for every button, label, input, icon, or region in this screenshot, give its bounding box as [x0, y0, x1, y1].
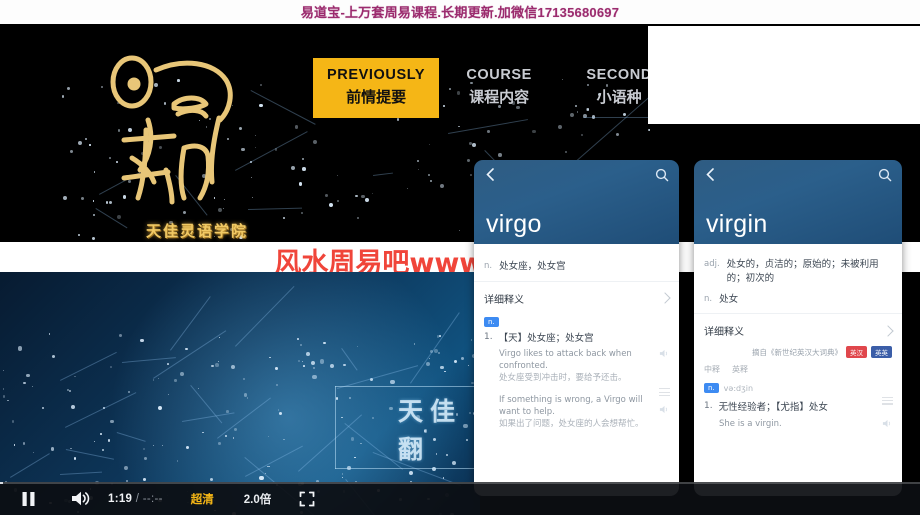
- badge-ec[interactable]: 英汉: [846, 346, 867, 359]
- dictionary-body-virgo[interactable]: n. 处女座，处女宫 详细释义 n. 1. 【天】处女座；处女宫 Virgo l…: [474, 244, 679, 496]
- definition-row-n2: n. 处女: [694, 286, 902, 307]
- mini-tabs[interactable]: 中释 英释: [694, 362, 902, 378]
- logo-caption: 天佳灵语学院: [145, 222, 248, 240]
- phonetic-text: və:dʒin: [723, 383, 754, 393]
- tab-course[interactable]: COURSE 课程内容: [439, 58, 559, 118]
- pos-chip-row-virgin: n. və:dʒin: [694, 378, 902, 394]
- pos-chip: n.: [484, 316, 499, 327]
- mini-tab-en[interactable]: 英释: [732, 364, 748, 375]
- pos-tag-n2: n.: [704, 293, 713, 304]
- tab-second-cn: 小语种: [596, 88, 642, 106]
- detailed-section-header-virgo[interactable]: 详细释义: [474, 280, 679, 312]
- dictionary-header-virgin: virgin: [694, 160, 902, 244]
- fullscreen-icon: [299, 491, 315, 506]
- chevron-left-icon-2[interactable]: [704, 168, 717, 181]
- white-overlay-panel: [648, 26, 920, 120]
- tab-previously-cn: 前情提要: [346, 88, 407, 106]
- chevron-right-icon[interactable]: [659, 292, 671, 304]
- example-english-2: If something is wrong, a Virgo will want…: [499, 395, 643, 418]
- tab-course-cn: 课程内容: [469, 88, 530, 106]
- overlay-text-line2: 翻: [398, 435, 424, 464]
- screen: 易道宝-上万套周易课程.长期更新.加微信17135680697 天佳灵语学院 P…: [0, 0, 920, 515]
- pos-tag-adj: adj.: [704, 259, 720, 269]
- progress-fill: [0, 482, 3, 484]
- dictionary-word-virgin: virgin: [706, 210, 768, 238]
- definition-text-n2: 处女: [719, 293, 739, 305]
- chevron-left-icon[interactable]: [484, 168, 497, 181]
- definition-row-adj: adj. 处女的，贞洁的；原始的；未被利用的；初次的: [694, 254, 902, 286]
- top-watermark-strip: 易道宝-上万套周易课程.长期更新.加微信17135680697: [0, 0, 920, 24]
- example-block-2: If something is wrong, a Virgo will want…: [474, 386, 679, 432]
- dictionary-header-virgo: virgo: [474, 160, 679, 244]
- quality-button[interactable]: 超清: [191, 491, 214, 507]
- overlay-rule-bottom: [335, 468, 485, 469]
- speaker-icon[interactable]: [659, 348, 670, 359]
- detailed-section-header-virgin[interactable]: 详细释义: [694, 313, 902, 344]
- pos-chip-row-virgo: n.: [474, 312, 679, 328]
- top-watermark-text: 易道宝-上万套周易课程.长期更新.加微信17135680697: [300, 5, 620, 20]
- entry-row-r1: 1. 无性经验者；【尤指】处女: [694, 394, 902, 414]
- time-display: 1:19 / --:--: [108, 493, 163, 505]
- entry-definition: 【天】处女座；处女宫: [498, 332, 594, 344]
- tab-previously-en: PREVIOUSLY: [327, 67, 426, 83]
- video-overlay-watermark: 天佳 翻: [335, 368, 485, 480]
- overlay-text-line1: 天佳: [398, 397, 463, 426]
- speaker-icon-3[interactable]: [882, 418, 893, 429]
- speed-button[interactable]: 2.0倍: [244, 491, 272, 507]
- speaker-icon-2[interactable]: [659, 404, 670, 415]
- academy-logo: 天佳灵语学院: [88, 52, 263, 242]
- example-chinese: 处女座受到冲击时，要给予还击。: [499, 373, 627, 384]
- example-english: Virgo likes to attack back when confront…: [499, 349, 632, 372]
- tab-second-en: SECOND: [586, 67, 652, 83]
- entry-definition-r1: 无性经验者；【尤指】处女: [718, 402, 828, 414]
- entry-number: 1.: [484, 331, 493, 342]
- definition-text: 处女座，处女宫: [499, 261, 566, 272]
- pause-icon: [22, 491, 34, 506]
- fullscreen-button[interactable]: [285, 482, 329, 515]
- overlay-rule-top: [335, 386, 485, 387]
- source-text: 摘自《新世纪英汉大词典》: [752, 347, 842, 357]
- example-block-r1: She is a virgin.: [694, 396, 902, 432]
- progress-bar[interactable]: [0, 482, 920, 484]
- example-block-1: Virgo likes to attack back when confront…: [474, 345, 679, 386]
- pos-tag-n: n.: [484, 261, 493, 271]
- dictionary-card-virgin[interactable]: virgin adj. 处女的，贞洁的；原始的；未被利用的；初次的 n. 处女 …: [694, 160, 902, 496]
- volume-icon: [71, 491, 89, 506]
- overlay-rule-left: [335, 386, 336, 469]
- banner-tabs[interactable]: PREVIOUSLY 前情提要 COURSE 课程内容 SECOND 小语种: [313, 58, 679, 118]
- example-english-r1: She is a virgin.: [719, 418, 782, 429]
- dictionary-body-virgin[interactable]: adj. 处女的，贞洁的；原始的；未被利用的；初次的 n. 处女 详细释义 摘自…: [694, 244, 902, 496]
- source-row: 摘自《新世纪英汉大词典》 英汉 英英: [694, 344, 902, 362]
- badge-ee[interactable]: 英英: [871, 346, 892, 359]
- example-chinese-2: 如果出了问题，处女座的人会想帮忙。: [499, 419, 644, 430]
- dictionary-card-virgo[interactable]: virgo n. 处女座，处女宫 详细释义 n. 1. 【天】处女座；处女宫 V…: [474, 160, 679, 496]
- play-pause-button[interactable]: [0, 482, 56, 515]
- entry-number-r1: 1.: [704, 401, 713, 412]
- time-separator: /: [135, 492, 140, 505]
- volume-button[interactable]: [56, 482, 104, 515]
- tab-previously[interactable]: PREVIOUSLY 前情提要: [313, 58, 440, 118]
- menu-icon[interactable]: [659, 388, 670, 397]
- dictionary-word-virgo: virgo: [486, 210, 542, 238]
- detailed-section-title-2: 详细释义: [704, 327, 744, 339]
- definition-text-adj: 处女的，贞洁的；原始的；未被利用的；初次的: [726, 259, 879, 284]
- white-overlay-panel-edge: [648, 120, 920, 124]
- chevron-right-icon-2[interactable]: [882, 325, 894, 337]
- menu-icon-2[interactable]: [882, 396, 893, 405]
- tab-course-en: COURSE: [466, 67, 532, 83]
- mini-tab-cn[interactable]: 中释: [704, 364, 720, 375]
- time-total: --:--: [142, 492, 163, 505]
- detailed-section-title: 详细释义: [484, 294, 524, 306]
- entry-row-1: 1. 【天】处女座；处女宫: [474, 328, 679, 345]
- search-icon[interactable]: [655, 168, 669, 182]
- logo-calligraphy-icon: [110, 55, 233, 205]
- player-control-bar[interactable]: 1:19 / --:-- 超清 2.0倍: [0, 482, 920, 515]
- search-icon-2[interactable]: [878, 168, 892, 182]
- time-current: 1:19: [108, 492, 133, 505]
- pos-chip-2: n.: [704, 383, 719, 394]
- definition-row-n: n. 处女座，处女宫: [474, 256, 679, 274]
